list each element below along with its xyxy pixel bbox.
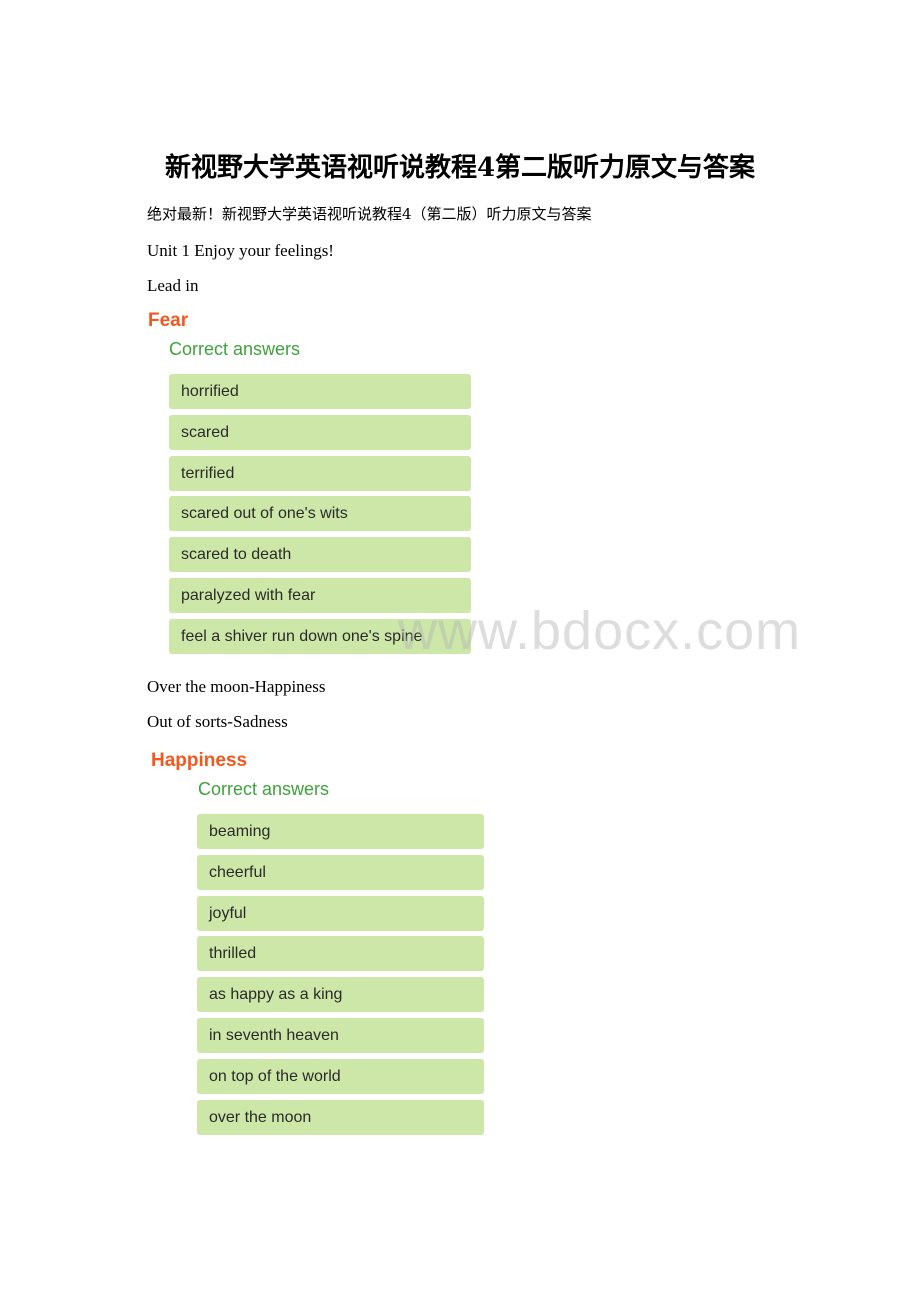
correct-answers-label: Correct answers [169, 339, 301, 359]
answer-item: scared out of one's wits [169, 496, 471, 532]
answer-item: on top of the world [197, 1058, 484, 1094]
category-title: Fear [148, 310, 189, 331]
answer-item: thrilled [197, 936, 484, 972]
answer-item: feel a shiver run down one's spine [169, 618, 471, 654]
answer-item: scared [169, 414, 471, 450]
answer-item: terrified [169, 455, 471, 491]
unit-heading: Unit 1 Enjoy your feelings! [147, 241, 334, 260]
answer-item: joyful [197, 895, 484, 931]
answer-list: beaming cheerful joyful thrilled as happ… [197, 814, 484, 1140]
answer-item: beaming [197, 814, 484, 849]
intro-text: 绝对最新！新视野大学英语视听说教程4（第二版）听力原文与答案 [147, 205, 592, 223]
answer-item: paralyzed with fear [169, 577, 471, 613]
answer-item: horrified [169, 374, 471, 409]
answer-item: cheerful [197, 854, 484, 890]
section-heading: Lead in [147, 276, 199, 295]
correct-answers-label: Correct answers [198, 779, 330, 799]
answer-item: scared to death [169, 537, 471, 573]
happiness-answer-panel: Happiness Correct answers beaming cheerf… [151, 749, 484, 1135]
answer-item: as happy as a king [197, 977, 484, 1013]
fear-answer-panel: Fear Correct answers horrified scared te… [148, 309, 471, 654]
answer-item: over the moon [197, 1099, 484, 1135]
answer-item: in seventh heaven [197, 1017, 484, 1053]
document-title: 新视野大学英语视听说教程4第二版听力原文与答案 [164, 153, 756, 183]
category-title: Happiness [151, 750, 248, 771]
answer-list: horrified scared terrified scared out of… [169, 374, 471, 660]
note-sadness: Out of sorts-Sadness [147, 712, 288, 731]
note-happiness: Over the moon-Happiness [147, 677, 326, 696]
